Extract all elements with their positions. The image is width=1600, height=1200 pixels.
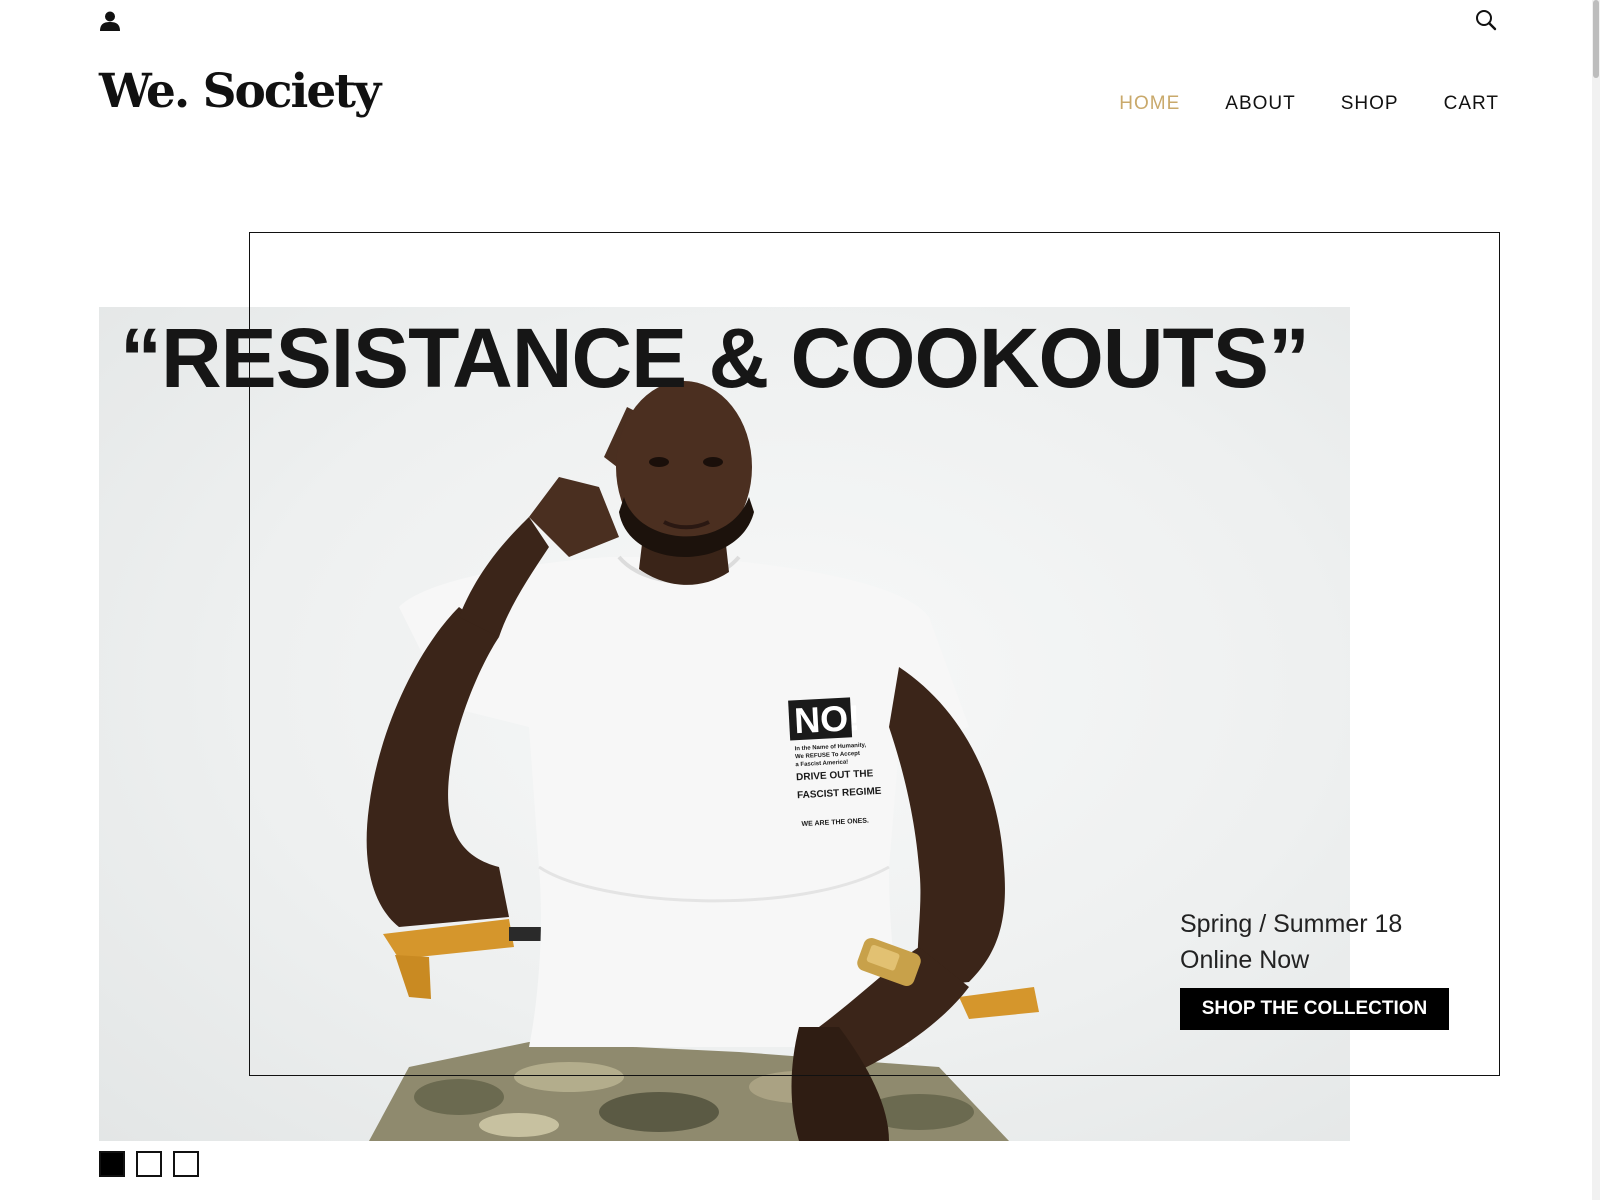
carousel-dot-1[interactable] bbox=[99, 1151, 125, 1177]
carousel-pagination bbox=[99, 1151, 199, 1177]
scrollbar-thumb[interactable] bbox=[1593, 0, 1599, 78]
nav-shop[interactable]: SHOP bbox=[1341, 93, 1399, 115]
search-icon[interactable] bbox=[1474, 8, 1498, 32]
user-account-icon[interactable] bbox=[98, 10, 122, 32]
nav-about[interactable]: ABOUT bbox=[1225, 93, 1295, 115]
promo-block: Spring / Summer 18 Online Now SHOP THE C… bbox=[1180, 906, 1449, 1030]
shop-collection-button[interactable]: SHOP THE COLLECTION bbox=[1180, 988, 1449, 1030]
site-logo[interactable]: We. Society bbox=[99, 66, 381, 118]
carousel-dot-2[interactable] bbox=[136, 1151, 162, 1177]
svg-text:NO!: NO! bbox=[793, 697, 861, 741]
main-navigation: HOME ABOUT SHOP CART bbox=[1119, 93, 1499, 115]
camo-pants bbox=[369, 1042, 1009, 1141]
nav-cart[interactable]: CART bbox=[1444, 93, 1499, 115]
head bbox=[616, 381, 754, 585]
hero-photo: NO! In the Name of Humanity, We REFUSE T… bbox=[99, 307, 1350, 1141]
availability-label: Online Now bbox=[1180, 946, 1310, 974]
carousel-dot-3[interactable] bbox=[173, 1151, 199, 1177]
season-label: Spring / Summer 18 bbox=[1180, 910, 1403, 938]
nav-home[interactable]: HOME bbox=[1119, 93, 1180, 115]
hero-headline: “RESISTANCE & COOKOUTS” bbox=[120, 311, 1310, 405]
page-scrollbar[interactable] bbox=[1592, 0, 1600, 1200]
